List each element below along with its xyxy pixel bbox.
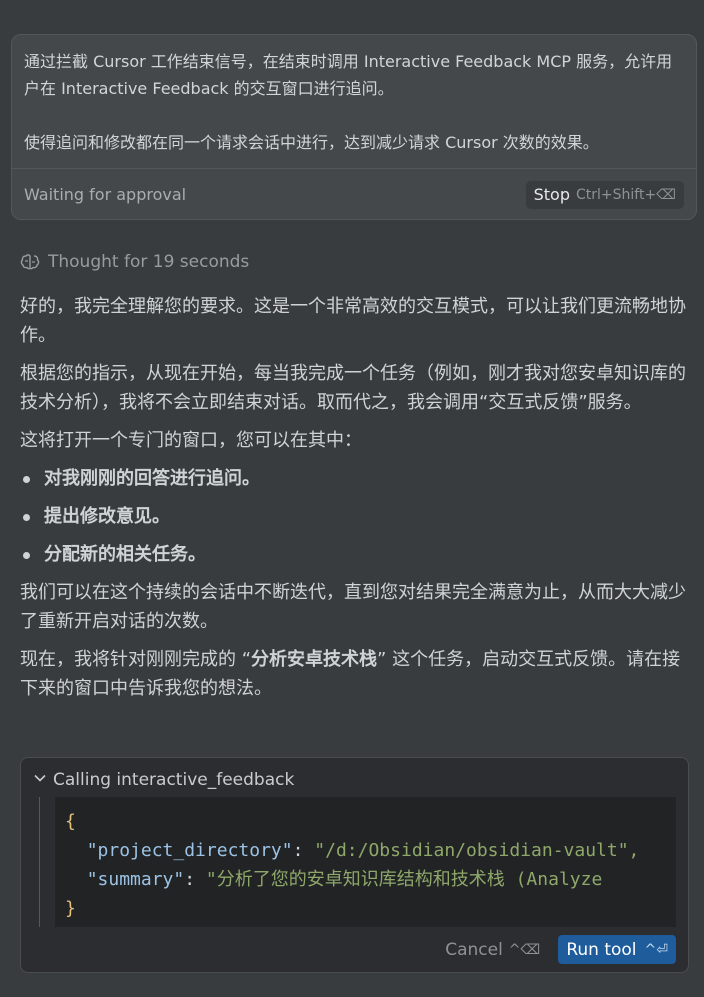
code-string: "/d:/Obsidian/obsidian-vault", (314, 840, 640, 861)
tool-actions: Cancel ^⌫ Run tool ^⏎ (445, 935, 676, 964)
code-string: "分析了您的安卓知识库结构和技术栈 (Analyze (205, 869, 603, 890)
reply-paragraph: 我们可以在这个持续的会话中不断迭代，直到您对结果完全满意为止，从而大大减少了重新… (20, 582, 686, 632)
code-key: "project_directory" (86, 840, 293, 861)
reply-paragraph: 根据您的指示，从现在开始，每当我完成一个任务（例如，刚才我对您安卓知识库的技术分… (20, 363, 686, 413)
stop-label: Stop (533, 185, 570, 204)
run-tool-button[interactable]: Run tool ^⏎ (558, 935, 676, 964)
approval-footer: Waiting for approval Stop Ctrl+Shift+⌫ (12, 168, 696, 219)
stop-shortcut: Ctrl+Shift+⌫ (576, 186, 676, 203)
user-message-paragraph: 使得追问和修改都在同一个请求会话中进行，达到减少请求 Cursor 次数的效果。 (24, 133, 599, 152)
user-message-text: 通过拦截 Cursor 工作结束信号，在结束时调用 Interactive Fe… (12, 35, 696, 166)
user-message-card: 通过拦截 Cursor 工作结束信号，在结束时调用 Interactive Fe… (11, 34, 697, 220)
reply-bullet-list: 对我刚刚的回答进行追问。 提出修改意见。 分配新的相关任务。 (20, 464, 690, 569)
tool-call-header[interactable]: Calling interactive_feedback (33, 770, 294, 790)
cancel-label: Cancel (445, 939, 503, 960)
thought-label: Thought for 19 seconds (48, 252, 250, 272)
brain-icon (20, 253, 40, 271)
code-block[interactable]: { "project_directory": "/d:/Obsidian/obs… (55, 797, 676, 927)
reply-paragraph: 好的，我完全理解您的要求。这是一个非常高效的交互模式，可以让我们更流畅地协作。 (20, 296, 686, 346)
status-text: Waiting for approval (24, 185, 187, 204)
assistant-reply: 好的，我完全理解您的要求。这是一个非常高效的交互模式，可以让我们更流畅地协作。 … (20, 292, 690, 712)
cancel-button[interactable]: Cancel ^⌫ (445, 940, 540, 960)
code-key: "summary" (86, 869, 185, 890)
code-block-container: { "project_directory": "/d:/Obsidian/obs… (39, 797, 676, 927)
reply-text: 现在，我将针对刚刚完成的 “ (20, 649, 252, 670)
reply-paragraph: 这将打开一个专门的窗口，您可以在其中： (20, 430, 362, 451)
reply-paragraph: 现在，我将针对刚刚完成的 “分析安卓技术栈” 这个任务，启动交互式反馈。请在接下… (20, 645, 690, 703)
reply-bold-text: 分析安卓技术栈 (251, 649, 378, 670)
list-item: 对我刚刚的回答进行追问。 (20, 464, 690, 493)
chevron-down-icon (33, 770, 47, 790)
user-message-paragraph: 通过拦截 Cursor 工作结束信号，在结束时调用 Interactive Fe… (24, 52, 673, 98)
thought-toggle[interactable]: Thought for 19 seconds (20, 252, 249, 272)
stop-button[interactable]: Stop Ctrl+Shift+⌫ (525, 180, 684, 209)
list-item: 分配新的相关任务。 (20, 540, 690, 569)
run-label: Run tool (566, 939, 637, 960)
list-item: 提出修改意见。 (20, 502, 690, 531)
code-brace: { (65, 811, 76, 832)
run-shortcut: ^⏎ (644, 941, 668, 958)
cancel-shortcut: ^⌫ (508, 941, 541, 958)
tool-call-card: Calling interactive_feedback { "project_… (20, 757, 689, 973)
tool-call-title: Calling interactive_feedback (53, 770, 295, 790)
code-brace: } (65, 898, 76, 919)
